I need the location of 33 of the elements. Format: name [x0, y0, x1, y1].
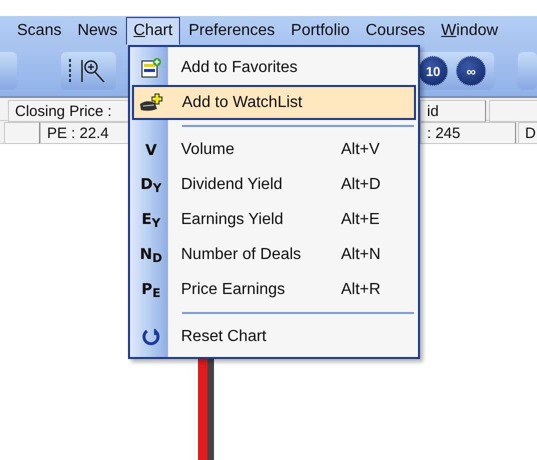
toolbar-panel	[518, 52, 537, 90]
menu-item[interactable]: V Volume Alt+V	[132, 132, 416, 167]
menu-item[interactable]: Reset Chart	[132, 319, 416, 354]
info-cell: id	[420, 100, 486, 122]
menu-item[interactable]: D$_{Y}$ Dividend Yield Alt+D	[132, 167, 416, 202]
letter-icon: V	[145, 140, 157, 158]
menu-item[interactable]: E$_{Y}$ Earnings Yield Alt+E	[132, 202, 416, 237]
reset-icon	[141, 326, 161, 346]
menubar-item[interactable]: Scans	[10, 17, 68, 45]
toolbar-button[interactable]: 10	[418, 56, 448, 86]
menu-item[interactable]: Add to Favorites	[132, 50, 416, 85]
info-cell: D	[518, 122, 537, 144]
info-cell: : 245	[420, 122, 516, 144]
grip-icon	[69, 59, 72, 83]
letter-icon: E$_{Y}$	[142, 210, 160, 230]
menubar-item[interactable]: Chart	[126, 17, 180, 45]
menu-item[interactable]: Add to WatchList	[132, 85, 416, 120]
menubar-item[interactable]: Preferences	[182, 17, 282, 45]
menubar-item[interactable]: Courses	[358, 17, 432, 45]
menubar-item[interactable]: Window	[434, 17, 506, 45]
letter-icon: P$_{E}$	[141, 280, 161, 300]
menu-item[interactable]: N$_{D}$ Number of Deals Alt+N	[132, 237, 416, 272]
toolbar-button[interactable]: ∞	[456, 56, 486, 86]
letter-icon: D$_{Y}$	[140, 174, 162, 194]
menu-item[interactable]: P$_{E}$ Price Earnings Alt+R	[132, 272, 416, 307]
hand-plus-icon	[139, 92, 165, 114]
toolbar-panel	[0, 52, 18, 90]
menubar-item[interactable]: News	[70, 17, 124, 45]
menubar-item[interactable]: Portfolio	[284, 17, 357, 45]
list-add-icon	[140, 56, 162, 78]
zoom-in-icon[interactable]	[80, 58, 106, 84]
letter-icon: N$_{D}$	[140, 244, 162, 264]
info-cell: PE : 22.4	[40, 122, 130, 144]
